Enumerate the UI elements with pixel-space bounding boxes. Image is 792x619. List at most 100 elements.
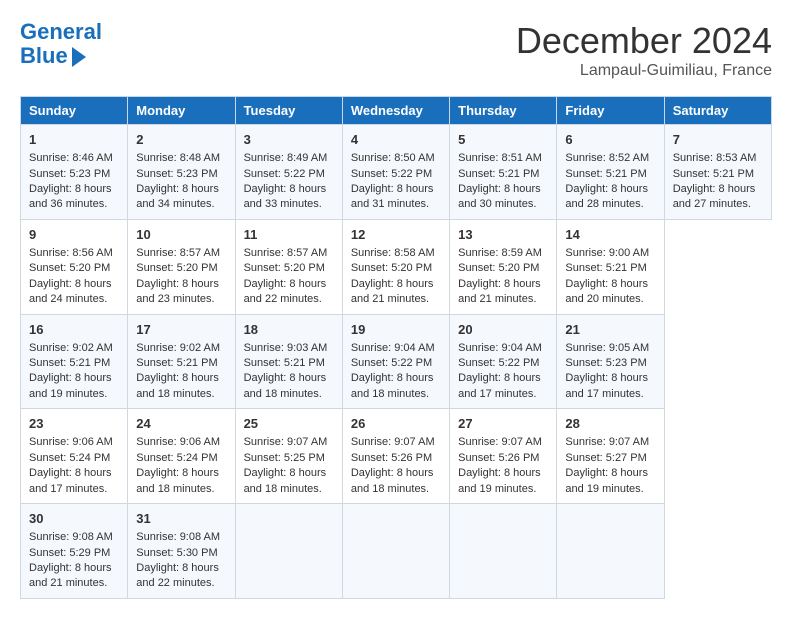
calendar-cell: 9 Sunrise: 8:56 AMSunset: 5:20 PMDaylight… [21,219,128,314]
daylight-hours: Daylight: 8 hours and 34 minutes. [136,182,226,213]
calendar-cell: 5Sunrise: 8:51 AMSunset: 5:21 PMDaylight… [450,125,557,220]
daylight-hours: Daylight: 8 hours and 18 minutes. [136,371,226,402]
sunrise-time: Sunrise: 9:07 AM [351,435,441,450]
daylight-hours: Daylight: 8 hours and 18 minutes. [136,466,226,497]
calendar-cell: 16Sunrise: 9:02 AMSunset: 5:21 PMDayligh… [21,314,128,409]
calendar-cell: 3Sunrise: 8:49 AMSunset: 5:22 PMDaylight… [235,125,342,220]
sunrise-time: Sunrise: 9:05 AM [565,341,655,356]
day-number: 27 [458,415,548,433]
logo-text-blue: Blue [20,44,68,68]
calendar-cell [235,504,342,599]
sunrise-time: Sunrise: 8:53 AM [673,151,763,166]
daylight-hours: Daylight: 8 hours and 18 minutes. [351,466,441,497]
daylight-hours: Daylight: 8 hours and 24 minutes. [29,277,119,308]
calendar-cell: 20Sunrise: 9:04 AMSunset: 5:22 PMDayligh… [450,314,557,409]
daylight-hours: Daylight: 8 hours and 21 minutes. [458,277,548,308]
calendar-body: 1 Sunrise: 8:46 AMSunset: 5:23 PM Daylight… [21,125,772,599]
sunrise-time: Sunrise: 9:00 AM [565,246,655,261]
header-row: SundayMondayTuesdayWednesdayThursdayFrid… [21,97,772,125]
day-number: 28 [565,415,655,433]
day-number: 30 [29,510,119,528]
daylight-hours: Daylight: 8 hours and 22 minutes. [136,561,226,592]
day-number: 12 [351,226,441,244]
sunrise-time: Sunrise: 9:04 AM [351,341,441,356]
header-monday: Monday [128,97,235,125]
daylight-hours: Daylight: 8 hours and 21 minutes. [351,277,441,308]
daylight-hours: Daylight: 8 hours and 18 minutes. [244,466,334,497]
location-subtitle: Lampaul-Guimiliau, France [516,62,772,80]
daylight-hours: Daylight: 8 hours and 33 minutes. [244,182,334,213]
sunset-time: Sunset: 5:22 PM [458,356,548,371]
sunset-time: Sunset: 5:20 PM [244,261,334,276]
logo-arrow-icon [72,47,86,67]
sunset-time: Sunset: 5:20 PM [136,261,226,276]
day-number: 23 [29,415,119,433]
day-number: 14 [565,226,655,244]
day-number: 9 [29,226,119,244]
calendar-cell: 25Sunrise: 9:07 AMSunset: 5:25 PMDayligh… [235,409,342,504]
calendar-cell: 23Sunrise: 9:06 AMSunset: 5:24 PMDayligh… [21,409,128,504]
sunset-time: Sunset: 5:27 PM [565,451,655,466]
sunrise-time: Sunrise: 8:48 AM [136,151,226,166]
daylight-hours: Daylight: 8 hours and 20 minutes. [565,277,655,308]
title-block: December 2024 Lampaul-Guimiliau, France [516,20,772,80]
day-number: 24 [136,415,226,433]
daylight-hours: Daylight: 8 hours and 21 minutes. [29,561,119,592]
calendar-cell: 17Sunrise: 9:02 AMSunset: 5:21 PMDayligh… [128,314,235,409]
week-row-4: 23Sunrise: 9:06 AMSunset: 5:24 PMDayligh… [21,409,772,504]
day-number: 18 [244,321,334,339]
sunrise-time: Sunrise: 9:02 AM [136,341,226,356]
header-thursday: Thursday [450,97,557,125]
daylight-hours: Daylight: 8 hours and 17 minutes. [565,371,655,402]
sunset-time: Sunset: 5:21 PM [565,261,655,276]
sunrise-time: Sunrise: 9:06 AM [29,435,119,450]
day-number: 1 [29,131,119,149]
day-number: 20 [458,321,548,339]
day-number: 25 [244,415,334,433]
header-friday: Friday [557,97,664,125]
calendar-cell: 13Sunrise: 8:59 AMSunset: 5:20 PMDayligh… [450,219,557,314]
calendar-cell: 21Sunrise: 9:05 AMSunset: 5:23 PMDayligh… [557,314,664,409]
calendar-cell: 30 Sunrise: 9:08 AMSunset: 5:29 PMDayligh… [21,504,128,599]
daylight-hours: Daylight: 8 hours and 23 minutes. [136,277,226,308]
sunset-time: Sunset: 5:23 PM [29,167,119,182]
sunset-time: Sunset: 5:25 PM [244,451,334,466]
daylight-hours: Daylight: 8 hours and 27 minutes. [673,182,763,213]
daylight-hours: Daylight: 8 hours and 22 minutes. [244,277,334,308]
header-tuesday: Tuesday [235,97,342,125]
week-row-5: 30Sunrise: 9:08 AMSunset: 5:29 PMDayligh… [21,504,772,599]
daylight-hours: Daylight: 8 hours and 30 minutes. [458,182,548,213]
sunrise-time: Sunrise: 8:46 AM [29,151,119,166]
calendar-header: SundayMondayTuesdayWednesdayThursdayFrid… [21,97,772,125]
month-title: December 2024 [516,20,772,62]
calendar-cell: 14 Sunrise: 9:00 AMSunset: 5:21 PMDayligh… [557,219,664,314]
sunrise-time: Sunrise: 9:02 AM [29,341,119,356]
calendar-cell: 4Sunrise: 8:50 AMSunset: 5:22 PMDaylight… [342,125,449,220]
day-number: 21 [565,321,655,339]
day-number: 3 [244,131,334,149]
week-row-3: 16Sunrise: 9:02 AMSunset: 5:21 PMDayligh… [21,314,772,409]
sunset-time: Sunset: 5:20 PM [29,261,119,276]
sunset-time: Sunset: 5:21 PM [136,356,226,371]
daylight-hours: Daylight: 8 hours and 28 minutes. [565,182,655,213]
sunrise-time: Sunrise: 8:56 AM [29,246,119,261]
sunrise-time: Sunrise: 8:51 AM [458,151,548,166]
day-number: 6 [565,131,655,149]
daylight-hours: Daylight: 8 hours and 19 minutes. [29,371,119,402]
sunrise-time: Sunrise: 8:49 AM [244,151,334,166]
calendar-cell: 18Sunrise: 9:03 AMSunset: 5:21 PMDayligh… [235,314,342,409]
day-number: 13 [458,226,548,244]
calendar-table: SundayMondayTuesdayWednesdayThursdayFrid… [20,96,772,599]
calendar-cell: 2Sunrise: 8:48 AMSunset: 5:23 PMDaylight… [128,125,235,220]
sunrise-time: Sunrise: 9:04 AM [458,341,548,356]
calendar-cell: 1Sunrise: 8:46 AMSunset: 5:23 PMDaylight… [21,125,128,220]
header-saturday: Saturday [664,97,771,125]
header-wednesday: Wednesday [342,97,449,125]
calendar-cell: 26Sunrise: 9:07 AMSunset: 5:26 PMDayligh… [342,409,449,504]
sunrise-time: Sunrise: 9:08 AM [29,530,119,545]
sunset-time: Sunset: 5:29 PM [29,546,119,561]
sunset-time: Sunset: 5:20 PM [351,261,441,276]
sunset-time: Sunset: 5:22 PM [351,356,441,371]
sunrise-time: Sunrise: 8:59 AM [458,246,548,261]
sunset-time: Sunset: 5:21 PM [244,356,334,371]
